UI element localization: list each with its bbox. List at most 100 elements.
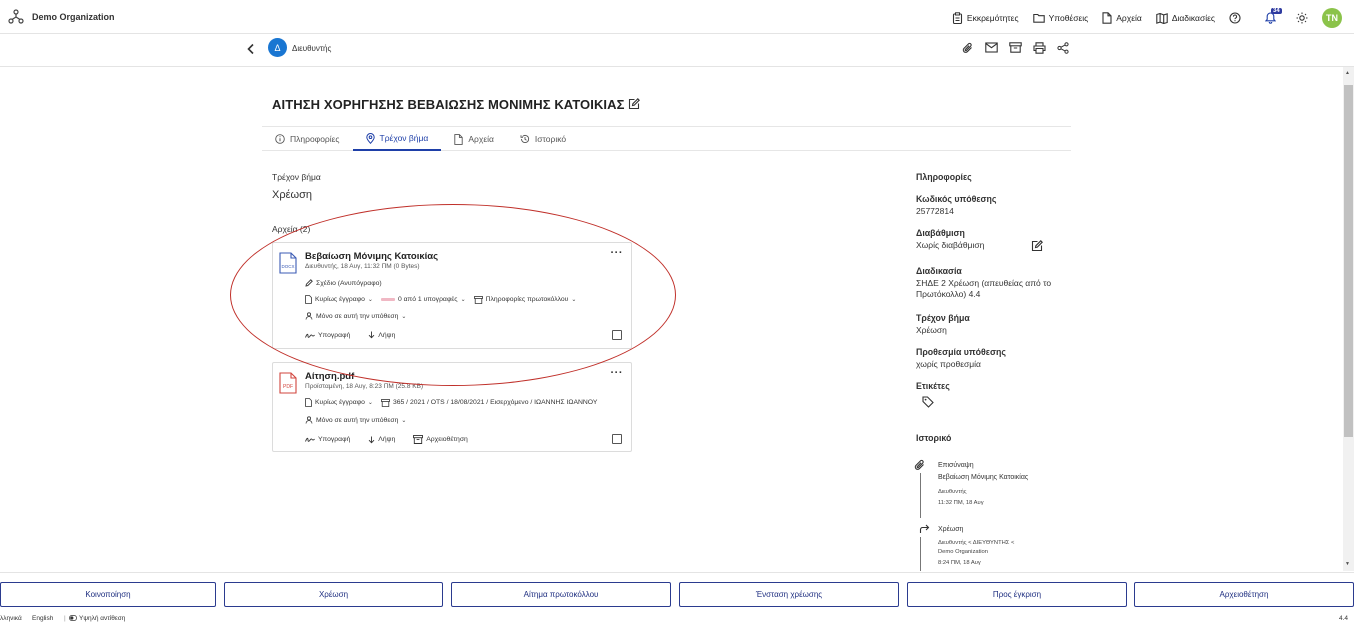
- tab-info[interactable]: Πληροφορίες: [262, 127, 353, 151]
- main-document-label: Κυρίως έγγραφο: [315, 296, 365, 303]
- file-attributes-row: Κυρίως έγγραφο ⌄ 365 / 2021 / OTS / 18/08…: [305, 398, 597, 407]
- protocol-number[interactable]: 365 / 2021 / OTS / 18/08/2021 / Εισερχόμ…: [381, 398, 598, 407]
- nav-files[interactable]: Αρχεία: [1102, 12, 1142, 24]
- sign-button[interactable]: Υπογραφή: [305, 332, 350, 339]
- file-card-certificate[interactable]: DOCX Βεβαίωση Μόνιμης Κατοικίας Διευθυντ…: [272, 242, 632, 349]
- history-entry-time: 8:24 ΠΜ, 18 Αυγ: [938, 560, 981, 566]
- case-code-block: Κωδικός υπόθεσης 25772814: [916, 194, 997, 217]
- help-button[interactable]: [1229, 12, 1241, 24]
- back-arrow-icon[interactable]: [246, 43, 256, 55]
- assignee-avatar: Δ: [268, 38, 287, 57]
- deadline-block: Προθεσμία υπόθεσης χωρίς προθεσμία: [916, 347, 1006, 370]
- notify-button[interactable]: Κοινοποίηση: [0, 582, 216, 607]
- archive-icon[interactable]: [1009, 42, 1022, 54]
- nav-procedures-label: Διαδικασίες: [1171, 13, 1215, 23]
- nav-cases[interactable]: Υποθέσεις: [1032, 13, 1088, 23]
- tab-files[interactable]: Αρχεία: [441, 127, 507, 151]
- case-actions: [962, 42, 1069, 54]
- notification-count-badge: 34: [1271, 8, 1282, 14]
- more-options-button[interactable]: ···: [611, 367, 624, 379]
- history-entry-time: 11:32 ΠΜ, 18 Αυγ: [938, 500, 984, 506]
- draft-label: Σχέδιο (Ανυπόγραφο): [316, 279, 382, 287]
- protocol-info-dropdown[interactable]: Πληροφορίες πρωτοκόλλου ⌄: [473, 295, 576, 304]
- file-attributes-row: Κυρίως έγγραφο ⌄ 0 από 1 υπογραφές ⌄ Πληρο…: [305, 295, 576, 304]
- case-code-value: 25772814: [916, 206, 954, 216]
- select-checkbox[interactable]: [612, 330, 622, 340]
- contrast-toggle-icon[interactable]: [69, 615, 77, 621]
- timeline-line: [920, 537, 921, 571]
- edit-title-icon[interactable]: [628, 98, 640, 110]
- select-checkbox[interactable]: [612, 434, 622, 444]
- language-greek[interactable]: λληνικά: [0, 615, 22, 622]
- signatures-label: 0 από 1 υπογραφές: [397, 296, 458, 303]
- paperclip-icon: [914, 459, 926, 471]
- scroll-up-arrow-icon[interactable]: ▲: [1345, 70, 1350, 76]
- user-avatar[interactable]: TN: [1322, 8, 1342, 28]
- location-pin-icon: [365, 132, 375, 144]
- signatures-dropdown[interactable]: 0 από 1 υπογραφές ⌄: [380, 296, 466, 303]
- file-actions-row: Υπογραφή Λήψη: [305, 331, 395, 339]
- archive-case-button[interactable]: Αρχειοθέτηση: [1134, 582, 1354, 607]
- tag-icon[interactable]: [922, 396, 934, 408]
- share-icon[interactable]: [1057, 42, 1069, 54]
- timeline-line: [920, 473, 921, 518]
- file-actions-row: Υπογραφή Λήψη Αρχειοθέτηση: [305, 435, 468, 444]
- file-title[interactable]: Βεβαίωση Μόνιμης Κατοικίας: [305, 251, 438, 262]
- language-english[interactable]: English: [32, 615, 53, 622]
- file-title[interactable]: Αίτηση.pdf: [305, 371, 354, 382]
- scope-dropdown[interactable]: Μόνο σε αυτή την υπόθεση ⌄: [305, 416, 406, 424]
- download-button[interactable]: Λήψη: [368, 436, 395, 444]
- footer: λληνικά English | Υψηλή αντίθεση 4.4: [0, 612, 1354, 626]
- download-button[interactable]: Λήψη: [368, 331, 395, 339]
- file-icon: [454, 133, 464, 145]
- protocol-number-label: 365 / 2021 / OTS / 18/08/2021 / Εισερχόμ…: [392, 399, 598, 406]
- archive-button[interactable]: Αρχειοθέτηση: [413, 435, 468, 444]
- scope-label: Μόνο σε αυτή την υπόθεση: [316, 312, 399, 320]
- assign-button[interactable]: Χρέωση: [224, 582, 443, 607]
- footer-divider: |: [64, 615, 66, 622]
- file-meta: Προϊσταμένη, 18 Αυγ, 8:23 ΠΜ (25.8 KB): [305, 383, 424, 390]
- nav-procedures[interactable]: Διαδικασίες: [1156, 12, 1215, 24]
- nav-pending-label: Εκκρεμότητες: [966, 13, 1019, 23]
- folder-icon: [1032, 13, 1045, 23]
- organization-switcher[interactable]: Demo Organization: [8, 9, 115, 25]
- assignee-label: Διευθυντής: [292, 44, 332, 53]
- high-contrast-label[interactable]: Υψηλή αντίθεση: [79, 615, 125, 622]
- grading-value: Χωρίς διαβάθμιση: [916, 240, 985, 250]
- history-heading: Ιστορικό: [916, 433, 952, 443]
- print-icon[interactable]: [1033, 42, 1046, 54]
- archive-icon: [473, 295, 483, 304]
- history-entry-title: Χρέωση: [938, 526, 964, 533]
- assignment-objection-button[interactable]: Ένσταση χρέωσης: [679, 582, 899, 607]
- main-document-dropdown[interactable]: Κυρίως έγγραφο ⌄: [305, 295, 373, 304]
- chevron-down-icon: ⌄: [367, 297, 373, 303]
- main-document-dropdown[interactable]: Κυρίως έγγραφο ⌄: [305, 398, 373, 407]
- theme-toggle[interactable]: [1296, 12, 1308, 24]
- top-bar: Demo Organization Εκκρεμότητες Υποθέσεις…: [0, 0, 1354, 34]
- tab-current-step[interactable]: Τρέχον βήμα: [352, 127, 442, 151]
- more-options-button[interactable]: ···: [611, 247, 624, 259]
- current-step-value: Χρέωση: [272, 189, 312, 201]
- notifications-button[interactable]: 34: [1265, 8, 1282, 24]
- case-tabs: Πληροφορίες Τρέχον βήμα Αρχεία Ιστορικό: [262, 126, 1071, 151]
- send-for-approval-button[interactable]: Προς έγκριση: [907, 582, 1127, 607]
- mail-icon[interactable]: [985, 42, 998, 54]
- protocol-request-button[interactable]: Αίτημα πρωτοκόλλου: [451, 582, 671, 607]
- current-step-label: Τρέχον βήμα: [272, 172, 321, 182]
- tab-history[interactable]: Ιστορικό: [507, 127, 579, 151]
- step-label: Τρέχον βήμα: [916, 313, 970, 323]
- signature-icon: [305, 332, 315, 339]
- chevron-down-icon: ⌄: [401, 417, 407, 424]
- sign-button[interactable]: Υπογραφή: [305, 436, 350, 443]
- chevron-down-icon: ⌄: [401, 313, 407, 320]
- attach-icon[interactable]: [962, 42, 974, 54]
- sign-label: Υπογραφή: [318, 331, 351, 339]
- sun-icon: [1296, 12, 1308, 24]
- nav-pending[interactable]: Εκκρεμότητες: [952, 12, 1019, 24]
- scroll-down-arrow-icon[interactable]: ▼: [1345, 561, 1350, 567]
- protocol-info-label: Πληροφορίες πρωτοκόλλου: [485, 296, 569, 303]
- edit-grading-icon[interactable]: [1031, 240, 1043, 252]
- scrollbar-thumb[interactable]: [1344, 85, 1353, 437]
- file-card-application[interactable]: PDF Αίτηση.pdf Προϊσταμένη, 18 Αυγ, 8:23…: [272, 362, 632, 452]
- scope-dropdown[interactable]: Μόνο σε αυτή την υπόθεση ⌄: [305, 312, 406, 320]
